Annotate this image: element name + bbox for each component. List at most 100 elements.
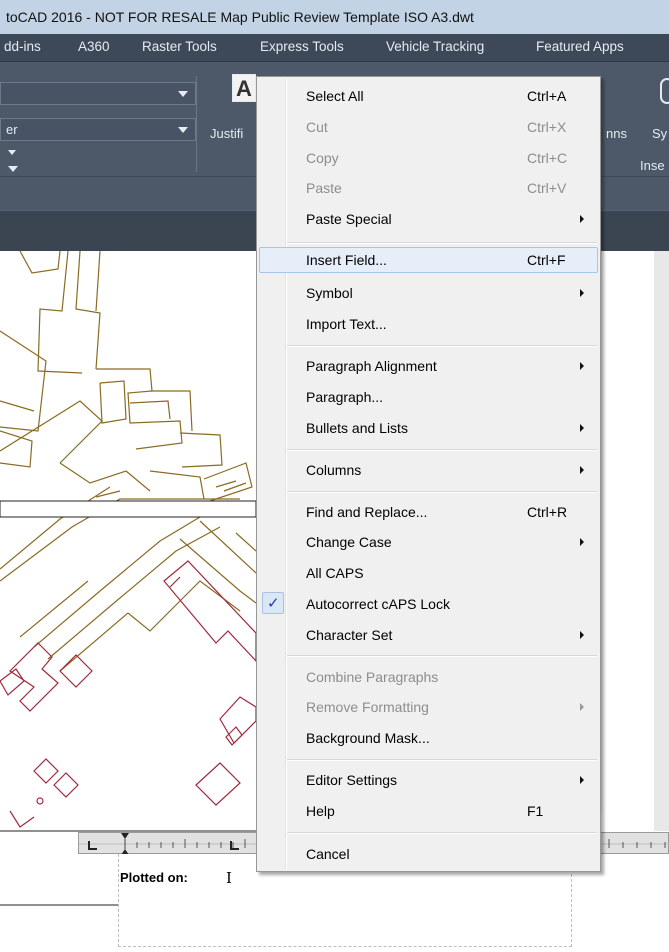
menu-separator	[287, 242, 597, 244]
ribbon-tab-bar: dd-ins A360 Raster Tools Express Tools V…	[0, 34, 669, 62]
menu-item-cut[interactable]: Cut Ctrl+X	[259, 114, 598, 140]
parcel-lines	[0, 250, 257, 672]
menu-item-label: Bullets and Lists	[306, 420, 408, 436]
menu-separator	[287, 759, 597, 761]
menu-item-insert-field[interactable]: Insert Field... Ctrl+F	[259, 247, 598, 273]
menu-item-label: Paste	[306, 180, 342, 196]
tab-raster-tools[interactable]: Raster Tools	[142, 39, 217, 54]
menu-item-label: Import Text...	[306, 316, 387, 332]
menu-item-symbol[interactable]: Symbol	[259, 280, 598, 306]
context-menu: Select All Ctrl+A Cut Ctrl+X Copy Ctrl+C…	[256, 76, 601, 872]
menu-item-paste-special[interactable]: Paste Special	[259, 206, 598, 232]
layer-value: er	[6, 122, 18, 137]
menu-item-label: Paragraph...	[306, 389, 384, 405]
submenu-arrow-icon	[580, 466, 584, 474]
menu-item-label: Character Set	[306, 627, 393, 643]
menu-item-label: Editor Settings	[306, 772, 398, 788]
columns-label[interactable]: nns	[606, 126, 627, 141]
menu-item-label: Cancel	[306, 846, 350, 862]
tab-vehicle-tracking[interactable]: Vehicle Tracking	[386, 39, 484, 54]
menu-item-background-mask[interactable]: Background Mask...	[259, 725, 598, 751]
title-bar: toCAD 2016 - NOT FOR RESALE Map Public R…	[0, 0, 669, 34]
window-title: toCAD 2016 - NOT FOR RESALE Map Public R…	[6, 9, 474, 25]
menu-item-label: Remove Formatting	[306, 699, 429, 715]
menu-item-columns[interactable]: Columns	[259, 457, 598, 483]
dropdown-arrow-icon	[178, 91, 188, 97]
tab-a360[interactable]: A360	[78, 39, 110, 54]
text-style-combo[interactable]	[0, 82, 196, 105]
insert-panel-label: Inse	[640, 158, 665, 173]
menu-item-label: Cut	[306, 119, 328, 135]
menu-item-paragraph[interactable]: Paragraph...	[259, 384, 598, 410]
menu-item-select-all[interactable]: Select All Ctrl+A	[259, 83, 598, 109]
menu-item-label: Change Case	[306, 534, 392, 550]
layer-combo[interactable]: er	[0, 118, 196, 141]
symbol-label[interactable]: Sy	[652, 126, 667, 141]
submenu-arrow-icon	[580, 215, 584, 223]
indent-marker-icon	[121, 833, 129, 839]
submenu-arrow-icon	[580, 703, 584, 711]
menu-item-label: Symbol	[306, 285, 353, 301]
menu-item-paste[interactable]: Paste Ctrl+V	[259, 175, 598, 201]
menu-item-label: Insert Field...	[306, 252, 387, 268]
menu-item-label: Autocorrect cAPS Lock	[306, 596, 450, 612]
menu-item-help[interactable]: Help F1	[259, 798, 598, 824]
menu-item-remove-formatting[interactable]: Remove Formatting	[259, 694, 598, 720]
menu-item-shortcut: Ctrl+C	[527, 150, 568, 166]
menu-item-autocorrect-caps-lock[interactable]: ✓ Autocorrect cAPS Lock	[259, 591, 598, 617]
menu-item-combine-paragraphs[interactable]: Combine Paragraphs	[259, 664, 598, 690]
menu-item-label: Paste Special	[306, 211, 392, 227]
menu-separator	[287, 449, 597, 451]
tab-add-ins[interactable]: dd-ins	[4, 39, 41, 54]
menu-item-shortcut: Ctrl+R	[527, 504, 568, 520]
menu-item-label: Select All	[306, 88, 364, 104]
menu-item-shortcut: F1	[527, 803, 544, 819]
menu-separator	[287, 655, 597, 657]
menu-item-shortcut: Ctrl+F	[527, 252, 566, 268]
tab-stop-icon	[88, 841, 97, 850]
menu-item-label: Paragraph Alignment	[306, 358, 437, 374]
panel-expand-icon[interactable]	[8, 166, 18, 172]
justify-label[interactable]: Justifi	[210, 126, 243, 141]
panel-divider	[196, 76, 197, 172]
tab-featured-apps[interactable]: Featured Apps	[536, 39, 624, 54]
menu-item-label: Columns	[306, 462, 362, 478]
editor-text: Plotted on:	[120, 870, 188, 885]
menu-item-label: Background Mask...	[306, 730, 430, 746]
check-icon: ✓	[267, 594, 280, 612]
scrollbar[interactable]	[654, 251, 669, 831]
symbol-icon[interactable]	[660, 78, 669, 104]
submenu-arrow-icon	[580, 776, 584, 784]
text-cursor-icon: I	[226, 869, 232, 887]
menu-separator	[287, 345, 597, 347]
justify-icon[interactable]: A	[232, 74, 256, 102]
submenu-arrow-icon	[580, 631, 584, 639]
menu-item-label: Find and Replace...	[306, 504, 428, 520]
submenu-arrow-icon	[580, 538, 584, 546]
menu-item-import-text[interactable]: Import Text...	[259, 311, 598, 337]
submenu-arrow-icon	[580, 424, 584, 432]
chevron-down-icon[interactable]	[8, 150, 16, 155]
menu-item-shortcut: Ctrl+X	[527, 119, 567, 135]
menu-item-label: All CAPS	[306, 565, 364, 581]
check-box: ✓	[262, 592, 284, 614]
map-frame-band	[0, 500, 257, 518]
menu-item-find-and-replace[interactable]: Find and Replace... Ctrl+R	[259, 499, 598, 525]
menu-separator	[287, 491, 597, 493]
menu-separator	[287, 832, 597, 834]
menu-item-copy[interactable]: Copy Ctrl+C	[259, 145, 598, 171]
menu-item-character-set[interactable]: Character Set	[259, 622, 598, 648]
menu-item-bullets-and-lists[interactable]: Bullets and Lists	[259, 415, 598, 441]
tab-express-tools[interactable]: Express Tools	[260, 39, 344, 54]
menu-item-change-case[interactable]: Change Case	[259, 529, 598, 555]
menu-item-paragraph-alignment[interactable]: Paragraph Alignment	[259, 353, 598, 379]
submenu-arrow-icon	[580, 362, 584, 370]
menu-item-label: Copy	[306, 150, 339, 166]
menu-item-shortcut: Ctrl+V	[527, 180, 567, 196]
submenu-arrow-icon	[580, 289, 584, 297]
menu-item-editor-settings[interactable]: Editor Settings	[259, 767, 598, 793]
building-outlines	[0, 560, 257, 828]
menu-item-all-caps[interactable]: All CAPS	[259, 560, 598, 586]
menu-item-cancel[interactable]: Cancel	[259, 841, 598, 867]
menu-item-label: Combine Paragraphs	[306, 669, 439, 685]
